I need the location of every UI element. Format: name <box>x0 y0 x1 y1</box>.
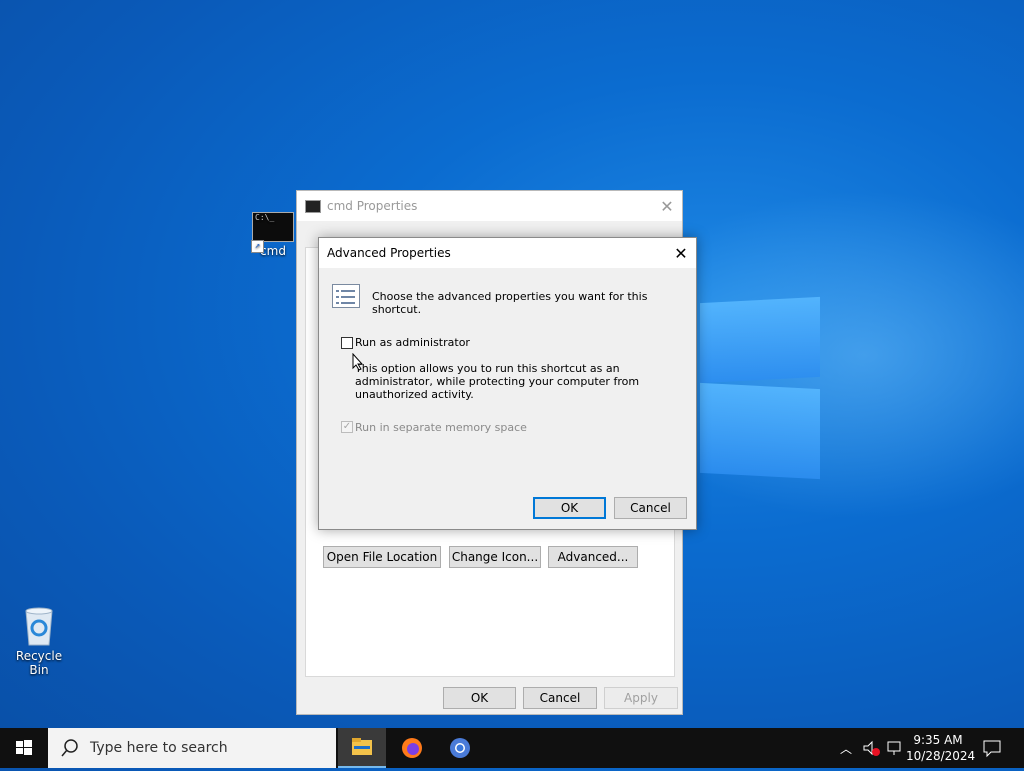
taskbar: Type here to search ︿ 9:35 AM 10/28/2024 <box>0 728 1024 768</box>
dialog-header-text: Choose the advanced properties you want … <box>372 290 648 316</box>
description-line: unauthorized activity. <box>355 388 474 401</box>
ok-button[interactable]: OK <box>443 687 516 709</box>
windows-start-icon <box>16 740 32 755</box>
window-title: cmd Properties <box>327 199 418 213</box>
description-line: This option allows you to run this short… <box>355 362 620 375</box>
chrome-icon[interactable] <box>436 728 484 768</box>
advanced-properties-dialog: Advanced Properties ✕ Choose the advance… <box>318 237 697 530</box>
apply-button[interactable]: Apply <box>604 687 678 709</box>
separate-memory-label: Run in separate memory space <box>355 421 527 434</box>
volume-muted-icon[interactable] <box>862 739 880 757</box>
cancel-button[interactable]: Cancel <box>523 687 597 709</box>
windows-logo-pane <box>700 296 820 384</box>
clock-date: 10/28/2024 <box>906 749 976 763</box>
description-line: administrator, while protecting your com… <box>355 375 640 388</box>
cmd-window-icon <box>305 199 321 213</box>
firefox-icon[interactable] <box>388 728 436 768</box>
run-as-administrator-checkbox[interactable] <box>341 337 353 349</box>
advanced-button[interactable]: Advanced... <box>548 546 638 568</box>
desktop-icon-recycle-bin[interactable]: Recycle Bin <box>7 603 71 677</box>
run-as-administrator-label[interactable]: Run as administrator <box>355 336 470 349</box>
dialog-titlebar[interactable]: Advanced Properties ✕ <box>319 238 696 268</box>
recycle-bin-icon <box>20 603 58 647</box>
search-placeholder: Type here to search <box>90 740 228 756</box>
network-icon[interactable] <box>886 739 904 757</box>
taskbar-search-box[interactable]: Type here to search <box>48 728 336 768</box>
windows-logo-pane <box>700 382 820 480</box>
desktop-icon-label: Recycle Bin <box>15 649 63 677</box>
clock-time: 9:35 AM <box>913 733 963 747</box>
cmd-shortcut-icon: C:\_ ↗ <box>251 212 294 253</box>
close-icon[interactable]: ✕ <box>652 197 682 216</box>
dialog-cancel-button[interactable]: Cancel <box>614 497 687 519</box>
clock[interactable]: 9:35 AM 10/28/2024 <box>906 732 976 764</box>
window-titlebar[interactable]: cmd Properties ✕ <box>297 191 682 221</box>
close-icon[interactable]: ✕ <box>666 244 696 263</box>
open-file-location-button[interactable]: Open File Location <box>323 546 441 568</box>
chevron-up-icon[interactable]: ︿ <box>840 740 852 757</box>
separate-memory-checkbox[interactable]: ✓ <box>341 421 353 433</box>
start-button[interactable] <box>0 728 48 768</box>
notification-icon[interactable] <box>982 738 1002 758</box>
properties-list-icon <box>332 284 360 308</box>
mouse-cursor-icon <box>352 353 364 371</box>
dialog-title: Advanced Properties <box>327 246 451 260</box>
file-explorer-icon[interactable] <box>338 728 386 768</box>
dialog-ok-button[interactable]: OK <box>533 497 606 519</box>
change-icon-button[interactable]: Change Icon... <box>449 546 541 568</box>
search-icon <box>61 739 78 757</box>
